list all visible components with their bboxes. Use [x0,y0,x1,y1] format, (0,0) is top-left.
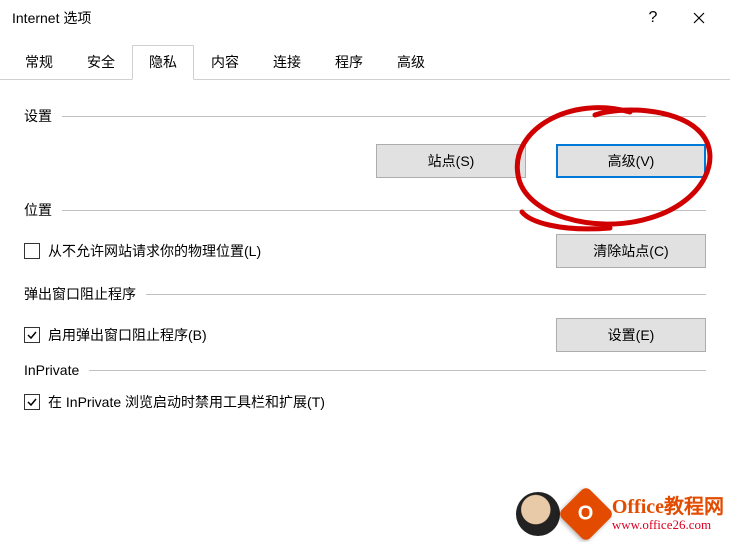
enable-popup-blocker-checkbox[interactable] [24,327,40,343]
clear-sites-button[interactable]: 清除站点(C) [556,234,706,268]
divider [89,370,706,371]
inprivate-disable-ext-row: 在 InPrivate 浏览启动时禁用工具栏和扩展(T) [24,392,706,412]
inprivate-disable-ext-checkbox[interactable] [24,394,40,410]
check-icon [26,329,38,341]
section-settings-label: 设置 [24,106,62,126]
watermark-line1: Office教程网 [612,496,724,518]
tab-connections[interactable]: 连接 [256,45,318,80]
section-location-header: 位置 [24,200,706,220]
section-location-label: 位置 [24,200,62,220]
window-title: Internet 选项 [8,8,630,28]
avatar [516,492,560,536]
inprivate-disable-ext-label: 在 InPrivate 浏览启动时禁用工具栏和扩展(T) [48,392,325,412]
close-icon [693,12,705,24]
help-button[interactable]: ? [630,3,676,33]
close-button[interactable] [676,3,722,33]
titlebar: Internet 选项 ? [0,0,730,36]
divider [62,116,706,117]
advanced-button[interactable]: 高级(V) [556,144,706,178]
divider [62,210,706,211]
popup-row: 启用弹出窗口阻止程序(B) 设置(E) [24,318,706,352]
section-settings-header: 设置 [24,106,706,126]
section-popup-header: 弹出窗口阻止程序 [24,284,706,304]
settings-button-row: 站点(S) 高级(V) [24,144,706,178]
section-popup-label: 弹出窗口阻止程序 [24,284,146,304]
watermark-line2: www.office26.com [612,518,724,532]
section-inprivate-label: InPrivate [24,362,89,378]
tab-security[interactable]: 安全 [70,45,132,80]
check-icon [26,396,38,408]
watermark-text: Office教程网 www.office26.com [612,496,724,532]
never-allow-location-checkbox[interactable] [24,243,40,259]
popup-settings-button[interactable]: 设置(E) [556,318,706,352]
tab-general[interactable]: 常规 [8,45,70,80]
enable-popup-blocker-label: 启用弹出窗口阻止程序(B) [48,325,207,345]
sites-button[interactable]: 站点(S) [376,144,526,178]
tab-content[interactable]: 内容 [194,45,256,80]
tab-panel-privacy: 设置 站点(S) 高级(V) 位置 从不允许网站请求你的物理位置(L) 清除站点… [0,80,730,412]
tab-advanced[interactable]: 高级 [380,45,442,80]
tab-strip: 常规 安全 隐私 内容 连接 程序 高级 [0,44,730,80]
enable-popup-blocker-row: 启用弹出窗口阻止程序(B) [24,325,526,345]
office-logo-icon: O [558,486,615,542]
location-row: 从不允许网站请求你的物理位置(L) 清除站点(C) [24,234,706,268]
divider [146,294,706,295]
never-allow-location-label: 从不允许网站请求你的物理位置(L) [48,241,261,261]
tab-privacy[interactable]: 隐私 [132,45,194,80]
never-allow-location-checkbox-row: 从不允许网站请求你的物理位置(L) [24,241,526,261]
tab-programs[interactable]: 程序 [318,45,380,80]
watermark: O Office教程网 www.office26.com [516,492,724,536]
section-inprivate-header: InPrivate [24,362,706,378]
